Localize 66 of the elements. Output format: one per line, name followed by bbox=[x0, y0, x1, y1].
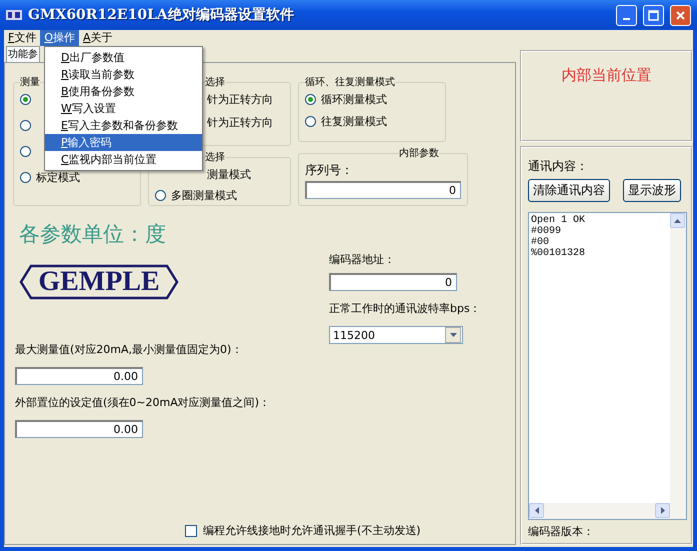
menu-item[interactable]: O操作 bbox=[40, 30, 79, 46]
units-heading: 各参数单位：度 bbox=[19, 221, 166, 248]
tab[interactable]: 功能参 bbox=[6, 46, 40, 62]
comm-log[interactable]: Open 1 OK #0099 #00 %00101328 bbox=[528, 212, 687, 520]
menu-item[interactable]: C监视内部当前位置 bbox=[45, 151, 202, 168]
option-label: 往复测量模式 bbox=[321, 114, 387, 129]
log-line: #00 bbox=[531, 237, 550, 248]
option-label: 针为正转方向 bbox=[207, 92, 273, 107]
menu-item[interactable]: R读取当前参数 bbox=[45, 66, 202, 83]
radio-button[interactable] bbox=[20, 172, 31, 183]
option-label: 多圈测量模式 bbox=[171, 188, 237, 203]
position-title: 内部当前位置 bbox=[562, 66, 652, 85]
menu-item[interactable]: A关于 bbox=[79, 30, 117, 46]
version-label: 编码器版本： bbox=[528, 524, 594, 539]
log-line: #0099 bbox=[531, 226, 562, 237]
radio-button[interactable] bbox=[20, 146, 31, 157]
close-button[interactable] bbox=[670, 4, 691, 26]
window-title: GMX60R12E10LA绝对编码器设置软件 bbox=[28, 6, 295, 24]
serial-label: 序列号： bbox=[305, 162, 353, 180]
menu-item[interactable]: W写入设置 bbox=[45, 100, 202, 117]
field-label: 编码器地址： bbox=[329, 252, 395, 267]
group-title: 内部参数 bbox=[399, 146, 439, 160]
close-icon bbox=[675, 10, 686, 20]
logo: GEMPLE bbox=[19, 264, 179, 300]
maximize-icon bbox=[648, 10, 659, 20]
field-label: 最大测量值(对应20mA,最小测量值固定为0)： bbox=[15, 342, 242, 357]
radio-button[interactable] bbox=[155, 190, 166, 201]
group-title: 选择 bbox=[205, 76, 225, 89]
minimize-icon bbox=[623, 18, 630, 20]
checkbox-label: 编程允许线接地时允许通讯握手(不主动发送) bbox=[203, 523, 421, 538]
radio-button[interactable] bbox=[20, 120, 31, 131]
log-line: %00101328 bbox=[531, 248, 586, 259]
comm-button[interactable]: 显示波形 bbox=[623, 179, 681, 202]
menu-item[interactable]: D出厂参数值 bbox=[45, 49, 202, 66]
caret-icon bbox=[445, 327, 461, 343]
comm-button[interactable]: 清除通讯内容 bbox=[528, 179, 610, 202]
group-title: 循环、往复测量模式 bbox=[305, 76, 395, 89]
input-field[interactable]: 0.00 bbox=[15, 420, 143, 438]
radio-button[interactable] bbox=[20, 94, 31, 105]
option-label: 循环测量模式 bbox=[321, 92, 387, 107]
comm-label: 通讯内容： bbox=[528, 158, 588, 175]
app-icon bbox=[6, 8, 22, 22]
radio-button[interactable] bbox=[305, 94, 316, 105]
field-label: 外部置位的设定值(须在0~20mA对应测量值之间)： bbox=[15, 395, 270, 410]
baud-rate-dropdown[interactable]: 115200 bbox=[329, 326, 463, 344]
menu-item[interactable]: E写入主参数和备份参数 bbox=[45, 117, 202, 134]
group-title: 测量 bbox=[20, 76, 40, 89]
option-label: 标定模式 bbox=[36, 170, 80, 185]
scroll-up-icon[interactable] bbox=[670, 213, 685, 228]
menu-item[interactable]: F文件 bbox=[4, 30, 40, 46]
serial-field[interactable]: 0 bbox=[305, 181, 461, 200]
log-line: Open 1 OK bbox=[531, 215, 586, 226]
menu-item[interactable]: B使用备份参数 bbox=[45, 83, 202, 100]
input-field[interactable]: 0.00 bbox=[15, 367, 143, 385]
group-title: 选择 bbox=[205, 150, 225, 164]
input-field[interactable]: 0 bbox=[329, 273, 457, 291]
option-label: 测量模式 bbox=[207, 167, 251, 182]
scroll-right-icon[interactable] bbox=[655, 503, 670, 518]
option-label: 针为正转方向 bbox=[207, 115, 273, 130]
maximize-button[interactable] bbox=[643, 4, 664, 26]
field-label: 正常工作时的通讯波特率bps： bbox=[329, 301, 481, 316]
minimize-button[interactable] bbox=[616, 4, 637, 26]
scroll-left-icon[interactable] bbox=[529, 503, 544, 518]
menu-item[interactable]: P输入密码 bbox=[45, 134, 202, 151]
checkbox[interactable] bbox=[185, 524, 197, 536]
radio-button[interactable] bbox=[305, 116, 316, 127]
